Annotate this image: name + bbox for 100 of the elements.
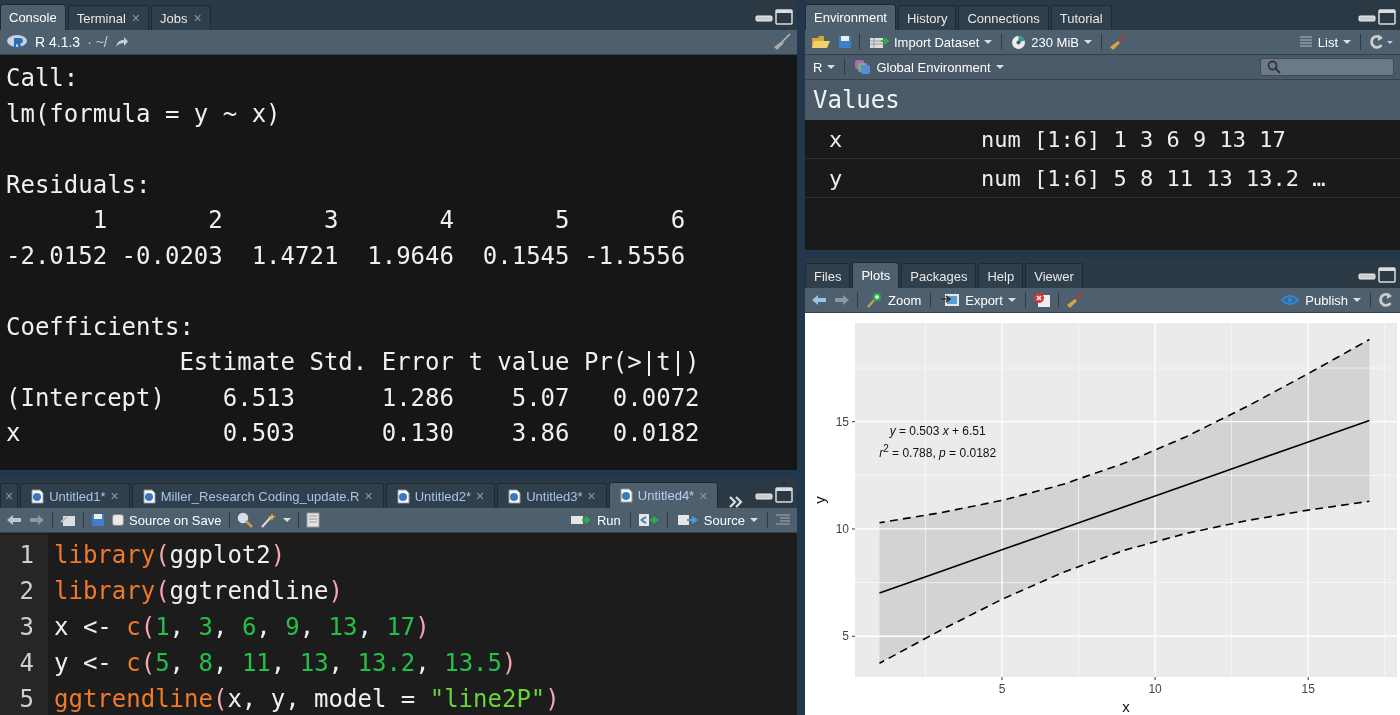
file-icon	[508, 488, 522, 504]
list-icon	[1298, 36, 1313, 48]
console-output-line: x 0.503 0.130 3.86 0.0182	[6, 418, 701, 449]
maximize-icon[interactable]	[1378, 267, 1396, 283]
list-view-button[interactable]: List	[1296, 34, 1353, 50]
pane-tab[interactable]: Environment	[805, 4, 896, 30]
search-icon[interactable]	[236, 512, 253, 528]
caret-icon	[1083, 39, 1092, 45]
code-line: y <- c(5, 8, 11, 13, 13.2, 13.5)	[54, 648, 518, 679]
re-run-icon[interactable]	[637, 513, 660, 527]
export-button[interactable]: Export	[938, 292, 1018, 308]
run-arrow-icon	[569, 514, 592, 526]
search-icon	[1267, 60, 1281, 74]
pane-tab[interactable]: History	[898, 5, 957, 30]
code-line: x <- c(1, 3, 6, 9, 13, 17)	[54, 612, 431, 643]
pane-tab[interactable]: Help	[978, 263, 1024, 288]
more-tabs-icon[interactable]	[728, 496, 745, 508]
search-field[interactable]	[1260, 58, 1394, 76]
file-icon	[142, 488, 156, 504]
x-tick-label: 10	[1148, 682, 1162, 696]
editor-tab[interactable]: ×	[0, 483, 19, 508]
pane-tab[interactable]: Console	[0, 4, 66, 30]
caret-icon	[1007, 297, 1016, 303]
code-line: library(ggtrendline)	[54, 576, 344, 607]
save-icon[interactable]	[91, 513, 105, 527]
run-button[interactable]: Run	[567, 512, 623, 528]
editor-tab[interactable]: Untitled1* ×	[20, 483, 130, 508]
magic-wand-icon[interactable]	[259, 512, 276, 528]
remove-plot-icon[interactable]	[1032, 292, 1051, 308]
file-icon	[31, 488, 45, 504]
working-directory[interactable]: · ~/	[87, 34, 108, 50]
publish-button[interactable]: Publish	[1278, 292, 1363, 308]
source-on-save-checkbox[interactable]	[112, 514, 124, 526]
editor-tab[interactable]: Untitled3* ×	[497, 483, 607, 508]
caret-icon[interactable]	[282, 517, 291, 523]
open-folder-icon[interactable]	[811, 35, 831, 49]
arrow-icon[interactable]	[114, 36, 129, 48]
import-dataset-button[interactable]: Import Dataset	[867, 34, 995, 50]
editor-tab[interactable]: Untitled4* ×	[608, 482, 719, 508]
stacked-squares-icon	[854, 59, 872, 75]
pane-tab[interactable]: Viewer	[1025, 263, 1083, 288]
x-tick-label: 5	[998, 682, 1006, 696]
language-dropdown[interactable]: R	[811, 59, 838, 75]
y-tick-label: 15	[835, 414, 849, 429]
table-icon	[869, 35, 889, 49]
maximize-icon[interactable]	[1378, 9, 1396, 25]
refresh-icon[interactable]	[1368, 34, 1394, 50]
console-output-line: -2.0152 -0.0203 1.4721 1.9646 0.1545 -1.5556	[6, 240, 687, 272]
source-button[interactable]: Source	[674, 512, 760, 528]
caret-icon	[995, 64, 1004, 70]
variable-value: num [1:6] 1 3 6 9 13 17	[981, 126, 1286, 152]
x-axis-title: x	[1122, 698, 1130, 715]
export-image-icon	[940, 293, 961, 307]
editor-tab[interactable]: Untitled2* ×	[385, 483, 496, 508]
show-in-window-icon[interactable]	[60, 513, 76, 527]
console-output-line: Estimate Std. Error t value Pr(>|t|)	[178, 347, 701, 378]
code-line: library(ggplot2)	[54, 540, 287, 571]
y-tick-label: 5	[842, 629, 849, 644]
caret-icon	[827, 64, 836, 70]
broom-icon[interactable]	[1065, 291, 1084, 309]
variable-value: num [1:6] 5 8 11 13 13.2 …	[981, 165, 1326, 191]
console-output-line: Call:	[6, 63, 80, 94]
caret-icon	[750, 517, 758, 523]
line-number: 1	[18, 540, 35, 571]
y-tick-label: 10	[835, 521, 849, 536]
pane-tab[interactable]: Jobs ×	[151, 5, 211, 30]
console-output-line: lm(formula = y ~ x)	[6, 98, 282, 130]
console-output-line: Residuals:	[6, 169, 152, 201]
r-version: R 4.1.3	[35, 34, 81, 50]
notebook-icon[interactable]	[305, 512, 320, 528]
pane-tab[interactable]: Plots	[852, 262, 900, 288]
pane-tab[interactable]: Connections	[958, 5, 1049, 30]
maximize-icon[interactable]	[775, 9, 793, 25]
file-icon	[619, 488, 633, 503]
pane-tab[interactable]: Packages	[901, 263, 977, 288]
pane-tab[interactable]: Files	[805, 263, 851, 288]
broom-icon[interactable]	[773, 33, 791, 51]
memory-usage-button[interactable]: 230 MiB	[1009, 34, 1094, 50]
console-output-line: Coefficients:	[6, 311, 195, 343]
zoom-button[interactable]: Zoom	[865, 292, 924, 308]
pane-tab[interactable]: Terminal ×	[67, 5, 149, 30]
refresh-icon[interactable]	[1378, 292, 1394, 308]
line-number: 5	[18, 684, 35, 715]
regression-annotation: y = 0.503 x + 6.51	[889, 423, 986, 438]
pane-tab[interactable]: Tutorial	[1050, 5, 1112, 30]
back-arrow-icon[interactable]	[6, 514, 22, 526]
environment-dropdown[interactable]: Global Environment	[852, 59, 1006, 75]
variable-name: y	[828, 165, 844, 191]
broom-icon[interactable]	[1108, 33, 1127, 51]
editor-tab[interactable]: Miller_Research Coding_update.R ×	[131, 483, 384, 508]
console-output-line: 1 2 3 4 5 6	[91, 205, 687, 236]
back-arrow-icon[interactable]	[811, 294, 827, 306]
caret-icon	[1353, 297, 1361, 303]
line-number: 3	[18, 612, 35, 643]
save-icon[interactable]	[838, 35, 852, 49]
source-arrow-icon	[676, 514, 699, 526]
line-number: 2	[18, 576, 35, 607]
maximize-icon[interactable]	[775, 487, 793, 503]
y-axis-title: y	[811, 496, 828, 504]
caret-icon	[1343, 39, 1351, 45]
